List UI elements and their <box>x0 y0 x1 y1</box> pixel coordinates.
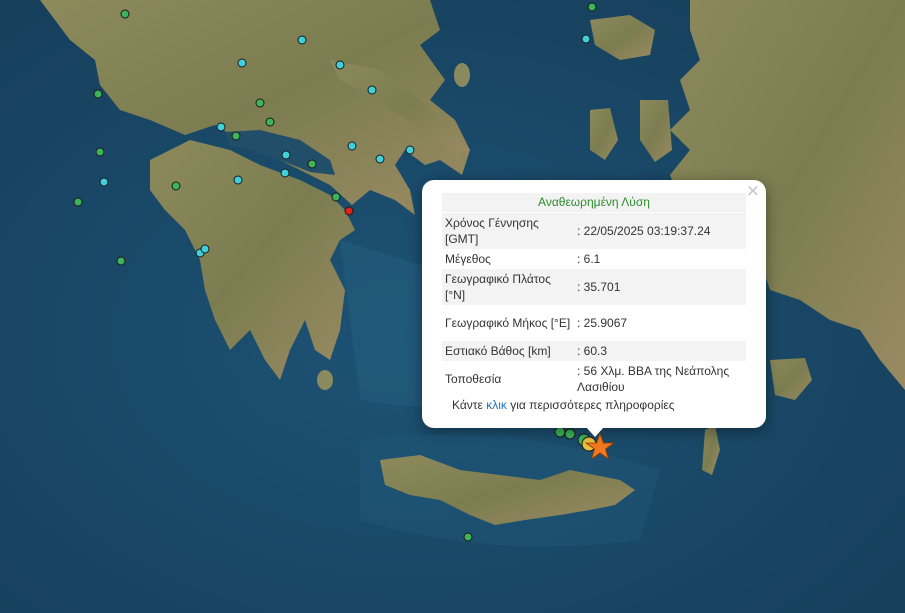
quake-marker <box>95 147 105 157</box>
quake-marker <box>233 175 243 185</box>
quake-marker <box>99 177 109 187</box>
quake-marker <box>344 206 354 216</box>
earthquake-info-popup: × Αναθεωρημένη Λύση Χρόνος Γέννησης [GMT… <box>422 180 766 428</box>
quake-marker <box>307 159 317 169</box>
quake-marker <box>231 131 241 141</box>
more-info-prefix: Κάντε <box>452 398 487 412</box>
latitude-value: : 35.701 <box>574 269 746 305</box>
more-info-link[interactable]: κλικ <box>486 398 507 412</box>
quake-marker <box>554 426 566 438</box>
quake-marker <box>331 192 341 202</box>
quake-marker <box>73 197 83 207</box>
quake-marker <box>216 122 226 132</box>
quake-marker <box>280 168 290 178</box>
more-info-line: Κάντε κλικ για περισσότερες πληροφορίες <box>452 398 675 412</box>
latitude-label: Γεωγραφικό Πλάτος [°N] <box>442 269 574 305</box>
quake-marker <box>564 428 576 440</box>
table-row: Τοποθεσία : 56 Χλμ. ΒΒΑ της Νεάπολης Λασ… <box>442 361 746 397</box>
location-value: : 56 Χλμ. ΒΒΑ της Νεάπολης Λασιθίου <box>577 364 730 394</box>
table-row: Εστιακό Βάθος [km] : 60.3 <box>442 341 746 361</box>
quake-marker <box>375 154 385 164</box>
more-info-suffix: για περισσότερες πληροφορίες <box>506 398 675 412</box>
quake-marker <box>581 34 591 44</box>
quake-marker <box>463 532 473 542</box>
quake-marker <box>367 85 377 95</box>
depth-label: Εστιακό Βάθος [km] <box>442 341 574 361</box>
table-row: Μέγεθος : 6.1 <box>442 249 746 269</box>
quake-marker <box>405 145 415 155</box>
longitude-label: Γεωγραφικό Μήκος [°E] <box>445 316 571 330</box>
quake-marker <box>297 35 307 45</box>
origin-time-label: Χρόνος Γέννησης [GMT] <box>442 213 574 249</box>
table-row: Χρόνος Γέννησης [GMT] : 22/05/2025 03:19… <box>442 213 746 249</box>
close-icon[interactable]: × <box>746 182 760 200</box>
earthquake-details-table: Χρόνος Γέννησης [GMT] : 22/05/2025 03:19… <box>442 213 746 397</box>
table-row: Γεωγραφικό Μήκος [°E] : 25.9067 <box>442 305 746 341</box>
quake-marker <box>335 60 345 70</box>
magnitude-label: Μέγεθος <box>445 252 491 266</box>
quake-marker <box>120 9 130 19</box>
popup-tip <box>586 427 604 437</box>
quake-marker <box>93 89 103 99</box>
origin-time-value: : 22/05/2025 03:19:37.24 <box>574 213 746 249</box>
longitude-value: : 25.9067 <box>577 316 628 330</box>
popup-title: Αναθεωρημένη Λύση <box>442 193 746 212</box>
quake-marker <box>255 98 265 108</box>
depth-value: : 60.3 <box>574 341 746 361</box>
quake-marker <box>200 244 210 254</box>
quake-marker <box>347 141 357 151</box>
quake-marker <box>265 117 275 127</box>
quake-marker <box>116 256 126 266</box>
table-row: Γεωγραφικό Πλάτος [°N] : 35.701 <box>442 269 746 305</box>
quake-marker <box>281 150 291 160</box>
quake-marker <box>171 181 181 191</box>
location-label: Τοποθεσία <box>445 372 502 386</box>
magnitude-value: : 6.1 <box>577 252 601 266</box>
quake-marker <box>237 58 247 68</box>
quake-marker <box>587 2 597 12</box>
